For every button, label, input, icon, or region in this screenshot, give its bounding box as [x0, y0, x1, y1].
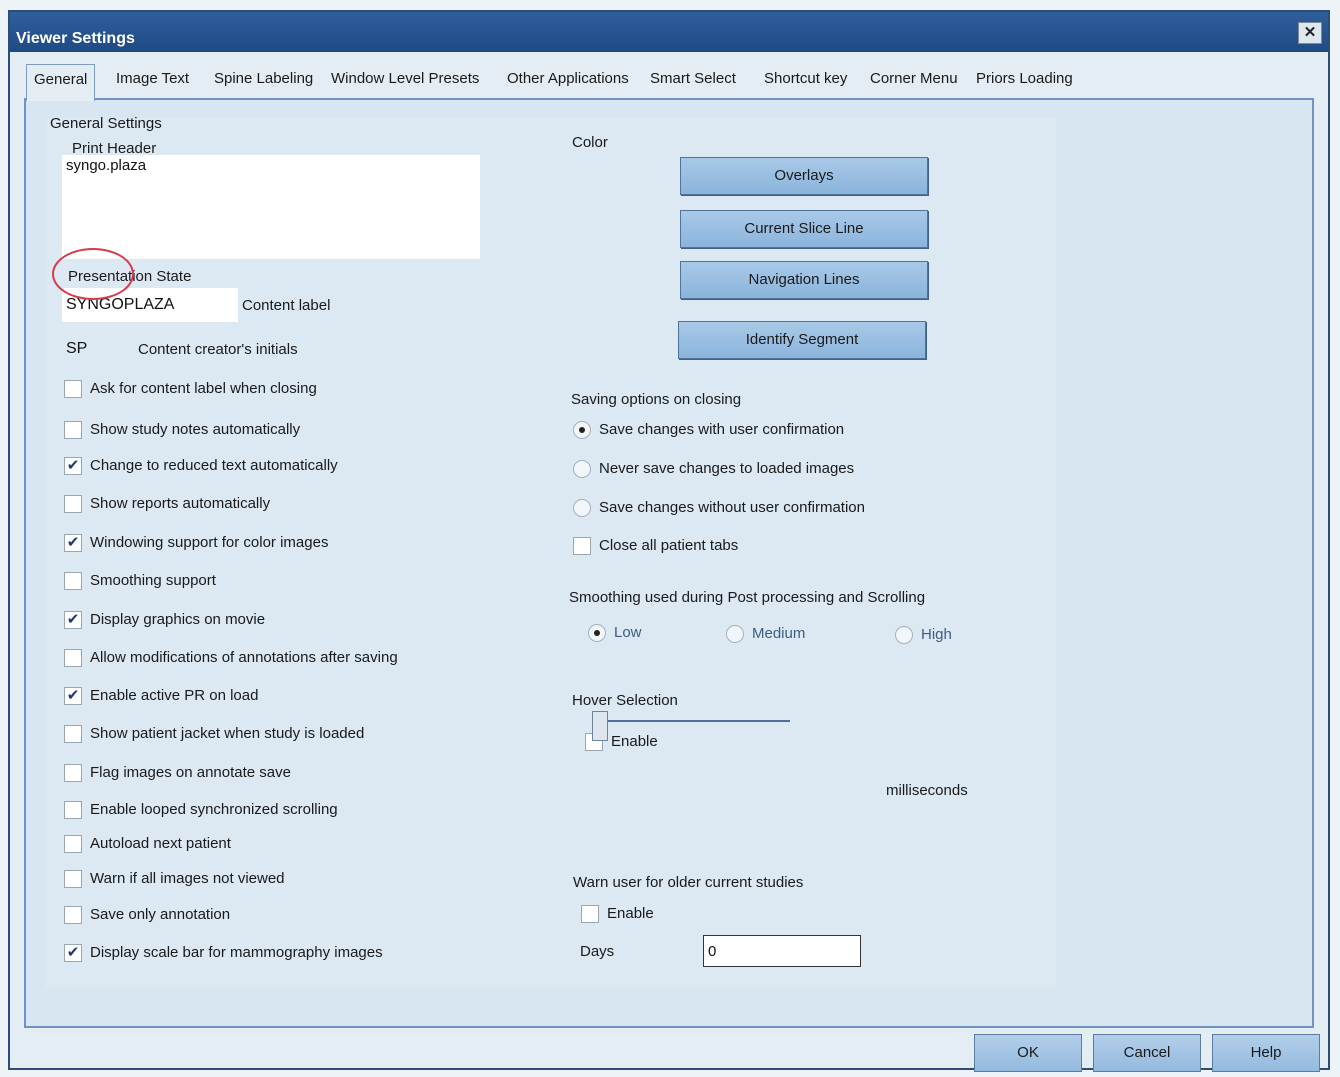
checkbox-label: Display graphics on movie: [90, 611, 266, 628]
never-save-label: Never save changes to loaded images: [599, 460, 855, 477]
checkbox-label: Allow modifications of annotations after…: [90, 649, 398, 666]
checkbox[interactable]: [64, 572, 82, 590]
save-with-confirmation-label: Save changes with user confirmation: [599, 421, 845, 438]
checkbox[interactable]: [64, 421, 82, 439]
checkbox[interactable]: ✔: [64, 944, 82, 962]
checkbox-label: Show reports automatically: [90, 495, 271, 512]
tab-image-text[interactable]: Image Text: [109, 64, 196, 98]
checkbox-label: Smoothing support: [90, 572, 216, 589]
checkbox-label: Display scale bar for mammography images: [90, 944, 383, 961]
milliseconds-label: milliseconds: [886, 782, 968, 799]
viewer-settings-window: Viewer Settings ✕ General Image Text Spi…: [8, 10, 1330, 1072]
checkbox[interactable]: [64, 870, 82, 888]
checkbox-label: Warn if all images not viewed: [90, 870, 285, 887]
warn-older-title: Warn user for older current studies: [573, 874, 804, 891]
days-label: Days: [580, 943, 615, 960]
save-without-confirmation-label: Save changes without user confirmation: [599, 499, 865, 516]
smoothing-low-label: Low: [614, 624, 642, 641]
current-slice-line-button[interactable]: Current Slice Line: [680, 210, 928, 248]
checkbox-label: Show study notes automatically: [90, 421, 301, 438]
checkbox[interactable]: ✔: [64, 534, 82, 552]
color-section-title: Color: [572, 134, 608, 151]
tab-corner-menu[interactable]: Corner Menu: [863, 64, 965, 98]
hover-delay-slider-track[interactable]: [600, 720, 790, 722]
overlays-button[interactable]: Overlays: [680, 157, 928, 195]
tab-shortcut-key[interactable]: Shortcut key: [757, 64, 854, 98]
checkbox-label: Enable active PR on load: [90, 687, 259, 704]
smoothing-medium-radio[interactable]: [726, 625, 744, 643]
checkbox-label: Save only annotation: [90, 906, 231, 923]
checkbox-label: Windowing support for color images: [90, 534, 329, 551]
smoothing-medium-label: Medium: [752, 625, 806, 642]
hover-delay-slider-thumb[interactable]: [592, 711, 608, 741]
close-tabs-label: Close all patient tabs: [599, 537, 739, 554]
smoothing-title: Smoothing used during Post processing an…: [569, 589, 926, 606]
checkbox[interactable]: [64, 835, 82, 853]
navigation-lines-button[interactable]: Navigation Lines: [680, 261, 928, 299]
checkbox[interactable]: [64, 649, 82, 667]
hover-selection-title: Hover Selection: [572, 692, 678, 709]
checkbox-label: Autoload next patient: [90, 835, 231, 852]
days-field[interactable]: [703, 935, 861, 967]
smoothing-low-radio[interactable]: [588, 624, 606, 642]
checkbox[interactable]: ✔: [64, 687, 82, 705]
never-save-radio[interactable]: [573, 460, 591, 478]
general-settings-title: General Settings: [50, 115, 162, 132]
window-title: Viewer Settings: [16, 30, 135, 47]
checkbox-label: Change to reduced text automatically: [90, 457, 338, 474]
checkbox-label: Flag images on annotate save: [90, 764, 291, 781]
checkbox-label: Enable looped synchronized scrolling: [90, 801, 338, 818]
hover-enable-label: Enable: [611, 733, 658, 750]
checkbox[interactable]: [64, 801, 82, 819]
checkbox[interactable]: [64, 725, 82, 743]
checkbox[interactable]: [64, 906, 82, 924]
red-circle-annotation: [52, 248, 134, 300]
saving-options-title: Saving options on closing: [571, 391, 742, 408]
checkbox[interactable]: ✔: [64, 457, 82, 475]
smoothing-high-label: High: [921, 626, 952, 643]
checkbox-label: Show patient jacket when study is loaded: [90, 725, 365, 742]
initials-label: Content creator's initials: [138, 341, 298, 358]
cancel-button[interactable]: Cancel: [1093, 1034, 1201, 1072]
checkbox[interactable]: ✔: [64, 611, 82, 629]
save-without-confirmation-radio[interactable]: [573, 499, 591, 517]
close-tabs-check-box[interactable]: [573, 537, 591, 555]
tab-smart-select[interactable]: Smart Select: [643, 64, 743, 98]
checkbox-label: Ask for content label when closing: [90, 380, 317, 397]
content-label-text: Content label: [242, 297, 331, 314]
help-button[interactable]: Help: [1212, 1034, 1320, 1072]
save-with-confirmation-radio[interactable]: [573, 421, 591, 439]
warn-older-enable-check-box[interactable]: [581, 905, 599, 923]
close-icon[interactable]: ✕: [1298, 22, 1322, 44]
checkbox[interactable]: [64, 495, 82, 513]
tab-window-level-presets[interactable]: Window Level Presets: [324, 64, 486, 98]
title-bar[interactable]: Viewer Settings ✕: [10, 12, 1328, 52]
initials-field[interactable]: [62, 332, 126, 366]
smoothing-high-radio[interactable]: [895, 626, 913, 644]
ok-button[interactable]: OK: [974, 1034, 1082, 1072]
identify-segment-button[interactable]: Identify Segment: [678, 321, 926, 359]
checkbox[interactable]: [64, 764, 82, 782]
checkbox[interactable]: [64, 380, 82, 398]
tab-general[interactable]: General: [26, 64, 96, 101]
tab-spine-labeling[interactable]: Spine Labeling: [207, 64, 320, 98]
tab-strip: General Image Text Spine Labeling Window…: [26, 64, 1316, 101]
warn-older-enable-label: Enable: [607, 905, 654, 922]
tab-priors-loading[interactable]: Priors Loading: [969, 64, 1080, 98]
print-header-field[interactable]: syngo.plaza: [62, 155, 480, 259]
tab-other-applications[interactable]: Other Applications: [500, 64, 636, 98]
